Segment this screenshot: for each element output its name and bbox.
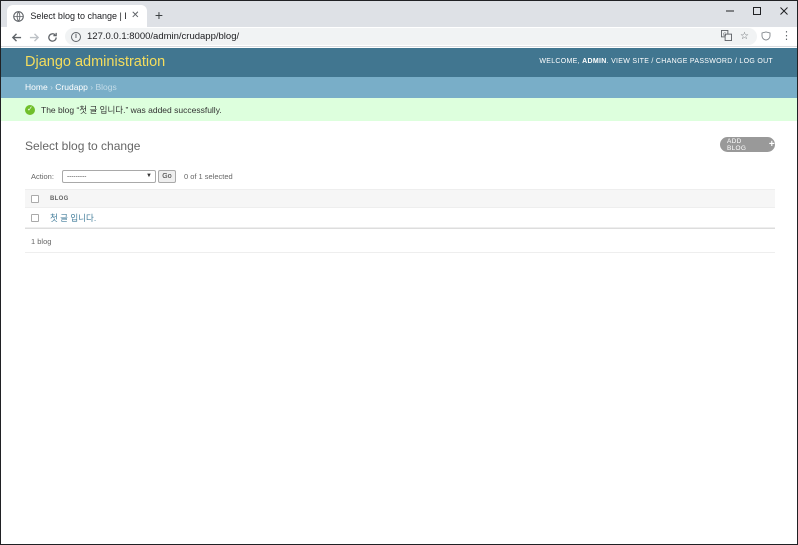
separator: / [651,58,654,65]
blog-link[interactable]: 첫 글 입니다. [50,212,96,224]
breadcrumb-separator: › [90,82,94,92]
translate-icon[interactable]: G [721,29,733,45]
paginator: 1 blog [25,228,775,253]
row-checkbox[interactable] [31,213,39,222]
page-title: Select blog to change [25,139,141,153]
dropdown-arrow-icon: ▼ [145,172,152,179]
username: ADMIN [582,58,607,65]
browser-toolbar: i 127.0.0.1:8000/admin/crudapp/blog/ G ☆… [1,27,797,47]
new-tab-icon[interactable]: + [151,7,167,23]
plus-icon: + [768,138,775,150]
select-all-checkbox[interactable] [31,194,39,203]
check-circle-icon: ✓ [25,104,35,115]
column-header-blog[interactable]: BLOG [50,196,69,202]
breadcrumb-app[interactable]: Crudapp [55,82,88,92]
url-text: 127.0.0.1:8000/admin/crudapp/blog/ [87,31,240,42]
extension-icon[interactable] [761,31,771,44]
action-selected-value: --------- [66,172,87,180]
breadcrumb: Home › Crudapp › Blogs [1,77,797,98]
welcome-text: WELCOME, [539,58,580,65]
add-blog-button[interactable]: ADD BLOG + [720,137,775,152]
separator: / [734,58,738,65]
table-row: 첫 글 입니다. [25,208,775,228]
go-button[interactable]: Go [157,169,176,183]
tab-close-icon[interactable]: ✕ [130,10,141,22]
info-icon[interactable]: i [71,31,81,42]
breadcrumb-separator: › [50,82,53,92]
add-blog-label: ADD BLOG [727,137,747,152]
address-bar[interactable]: i 127.0.0.1:8000/admin/crudapp/blog/ G ☆ [65,28,757,45]
results-table: BLOG 첫 글 입니다. [25,189,775,228]
menu-dots-icon[interactable]: ⋮ [781,30,792,42]
table-header: BLOG [25,189,775,208]
tab-title: Select blog to change | Django [30,11,125,21]
forward-arrow-icon[interactable] [25,28,43,46]
browser-tab[interactable]: Select blog to change | Django ✕ [7,5,147,27]
action-counter: 0 of 1 selected [183,171,233,181]
breadcrumb-current: Blogs [95,82,117,92]
action-select[interactable]: --------- ▼ [61,169,156,183]
site-branding[interactable]: Django administration [25,54,165,70]
globe-icon [13,10,25,22]
svg-text:G: G [723,32,727,38]
action-label: Action: [31,171,54,181]
actions-bar: Action: --------- ▼ Go 0 of 1 selected [25,168,233,184]
window-close-icon[interactable] [767,1,797,21]
bookmark-star-icon[interactable]: ☆ [740,30,749,45]
log-out-link[interactable]: LOG OUT [739,58,773,65]
admin-header: Django administration WELCOME, ADMIN. VI… [1,48,797,77]
change-password-link[interactable]: CHANGE PASSWORD [656,58,733,65]
browser-window: Select blog to change | Django ✕ + i 127… [0,0,798,545]
success-message: ✓ The blog “첫 글 입니다.” was added successf… [1,98,797,121]
tab-strip: Select blog to change | Django ✕ + [1,1,797,27]
view-site-link[interactable]: VIEW SITE [611,58,649,65]
reload-icon[interactable] [43,28,61,46]
back-arrow-icon[interactable] [7,28,25,46]
breadcrumb-home[interactable]: Home [25,82,48,92]
user-tools: WELCOME, ADMIN. VIEW SITE / CHANGE PASSW… [539,58,773,65]
message-text: The blog “첫 글 입니다.” was added successful… [41,104,222,115]
